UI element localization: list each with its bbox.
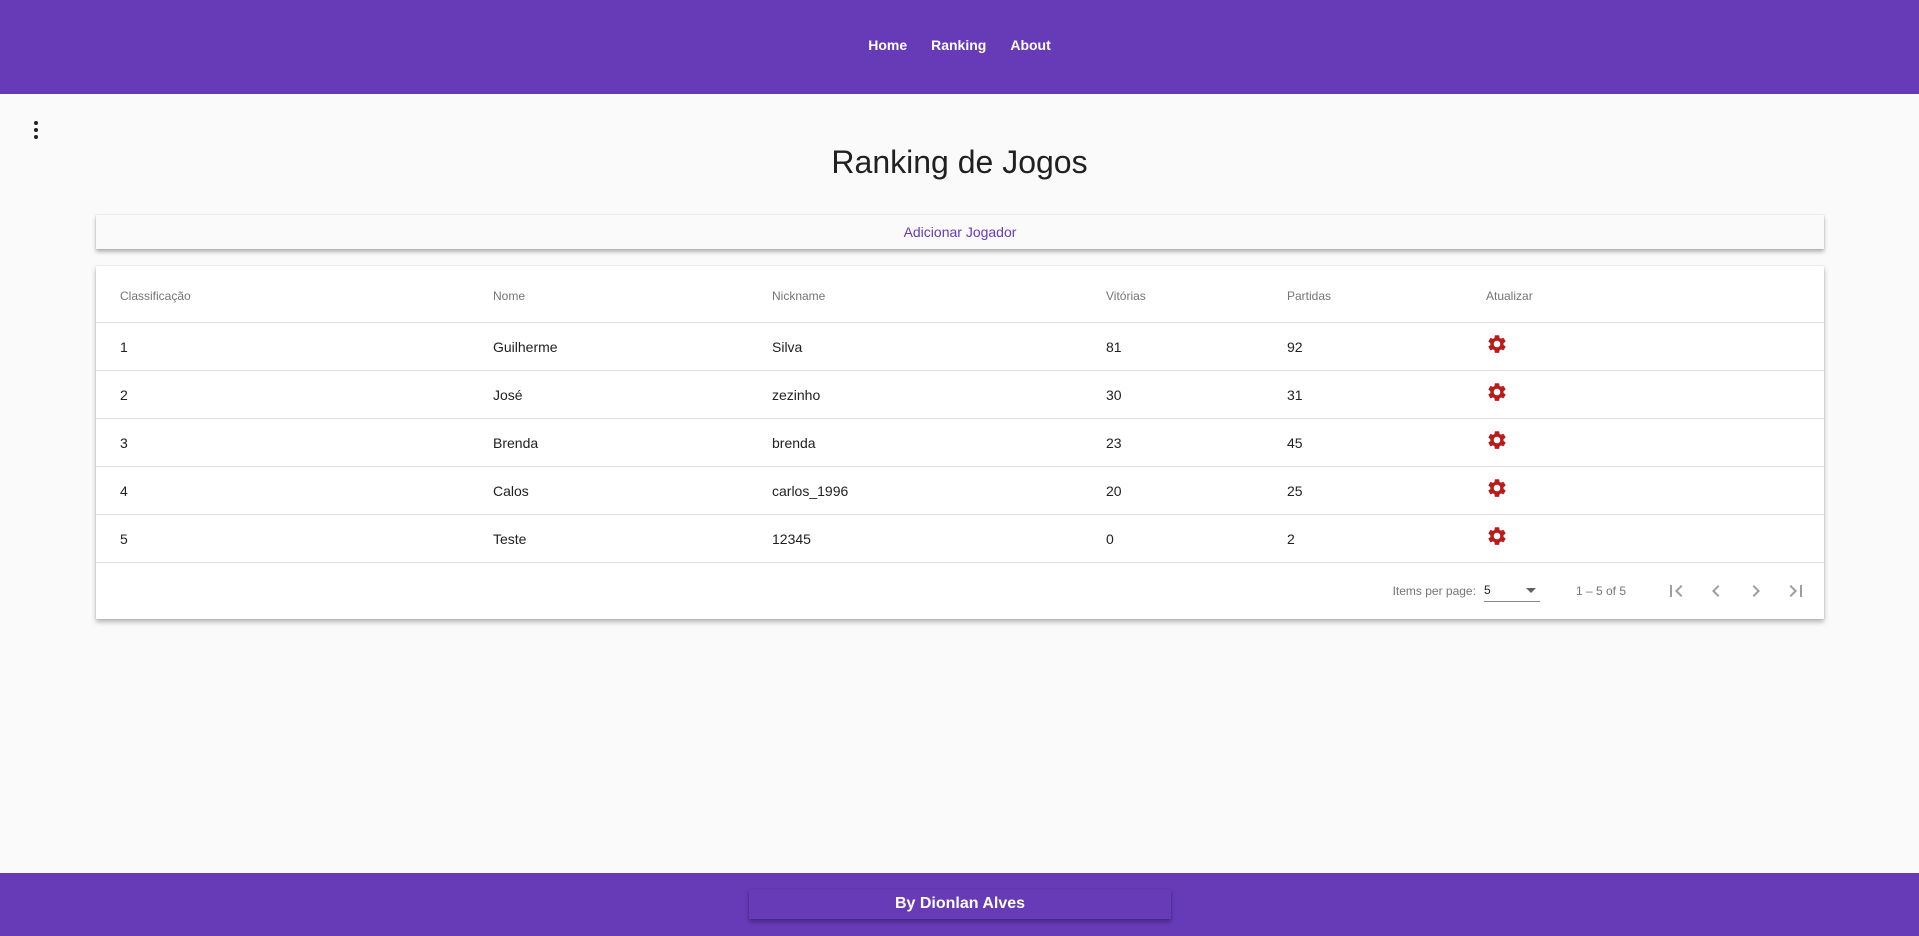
add-player-button[interactable]: Adicionar Jogador [96, 215, 1824, 249]
ranking-table: Classificação Nome Nickname Vitórias Par… [96, 266, 1824, 563]
page-range-label: 1 – 5 of 5 [1575, 583, 1626, 598]
cell-matches: 2 [1287, 514, 1486, 563]
gear-icon[interactable] [1486, 381, 1508, 403]
table-row: 3 Brenda brenda 23 45 [96, 418, 1824, 467]
cell-matches: 25 [1287, 466, 1486, 515]
cell-nickname: Silva [772, 322, 1106, 371]
header-update: Atualizar [1486, 266, 1824, 323]
table-row: 4 Calos carlos_1996 20 25 [96, 466, 1824, 515]
cell-update [1486, 418, 1824, 467]
gear-icon[interactable] [1486, 333, 1508, 355]
cell-name: José [493, 370, 772, 419]
gear-icon[interactable] [1486, 477, 1508, 499]
items-per-page-value: 5 [1483, 583, 1491, 597]
cell-matches: 45 [1287, 418, 1486, 467]
chevron-right-icon [1752, 584, 1760, 597]
cell-nickname: carlos_1996 [772, 466, 1106, 515]
nav-about-link[interactable]: About [1002, 29, 1058, 61]
cell-wins: 23 [1106, 418, 1287, 467]
cell-nickname: brenda [772, 418, 1106, 467]
cell-matches: 92 [1287, 322, 1486, 371]
author-credit-button[interactable]: By Dionlan Alves [749, 889, 1171, 919]
header-nickname[interactable]: Nickname [772, 266, 1106, 323]
cell-wins: 30 [1106, 370, 1287, 419]
first-page-button[interactable] [1656, 571, 1696, 611]
cell-rank: 5 [96, 514, 493, 563]
cell-nickname: zezinho [772, 370, 1106, 419]
header-rank[interactable]: Classificação [96, 266, 493, 323]
page-title: Ranking de Jogos [831, 144, 1088, 180]
cell-update [1486, 322, 1824, 371]
header-wins[interactable]: Vitórias [1106, 266, 1287, 323]
cell-update [1486, 370, 1824, 419]
ranking-table-card: Classificação Nome Nickname Vitórias Par… [96, 266, 1824, 619]
last-page-icon [1789, 584, 1802, 597]
cell-name: Brenda [493, 418, 772, 467]
next-page-button[interactable] [1736, 571, 1776, 611]
dropdown-arrow-icon [1525, 587, 1536, 593]
cell-wins: 20 [1106, 466, 1287, 515]
paginator: Items per page: 5 1 – 5 of 5 [96, 563, 1824, 619]
cell-rank: 4 [96, 466, 493, 515]
table-row: 2 José zezinho 30 31 [96, 370, 1824, 419]
cell-rank: 2 [96, 370, 493, 419]
chevron-left-icon [1712, 584, 1720, 597]
cell-rank: 1 [96, 322, 493, 371]
table-row: 1 Guilherme Silva 81 92 [96, 322, 1824, 371]
cell-name: Teste [493, 514, 772, 563]
cell-rank: 3 [96, 418, 493, 467]
cell-matches: 31 [1287, 370, 1486, 419]
cell-wins: 81 [1106, 322, 1287, 371]
cell-wins: 0 [1106, 514, 1287, 563]
cell-name: Calos [493, 466, 772, 515]
header-name[interactable]: Nome [493, 266, 772, 323]
gear-icon[interactable] [1486, 525, 1508, 547]
cell-nickname: 12345 [772, 514, 1106, 563]
more-vert-icon[interactable] [26, 118, 46, 142]
footer: By Dionlan Alves [0, 873, 1919, 936]
last-page-button[interactable] [1776, 571, 1816, 611]
previous-page-button[interactable] [1696, 571, 1736, 611]
nav-ranking-link[interactable]: Ranking [923, 29, 994, 61]
nav-home-link[interactable]: Home [860, 29, 915, 61]
header-matches[interactable]: Partidas [1287, 266, 1486, 323]
cell-name: Guilherme [493, 322, 772, 371]
items-per-page-select[interactable]: 5 [1483, 580, 1540, 602]
first-page-icon [1670, 584, 1683, 597]
table-row: 5 Teste 12345 0 2 [96, 514, 1824, 563]
cell-update [1486, 466, 1824, 515]
cell-update [1486, 514, 1824, 563]
gear-icon[interactable] [1486, 429, 1508, 451]
top-toolbar: Home Ranking About [0, 0, 1919, 94]
table-header-row: Classificação Nome Nickname Vitórias Par… [96, 266, 1824, 323]
main-nav: Home Ranking About [860, 29, 1059, 61]
items-per-page-label: Items per page: [1392, 583, 1476, 598]
